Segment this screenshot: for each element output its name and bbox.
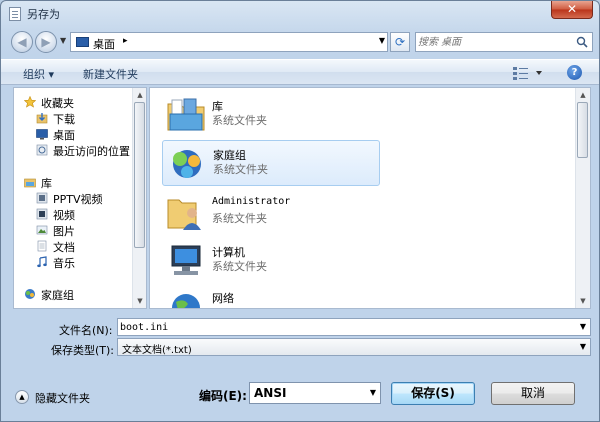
desktop-icon — [76, 37, 89, 47]
desktop-icon — [36, 129, 48, 140]
filename-label: 文件名(N): — [59, 324, 113, 337]
nav-desktop[interactable]: 桌面 — [36, 126, 146, 142]
homegroup-icon — [25, 289, 35, 299]
file-scrollbar[interactable]: ▲ ▼ — [575, 88, 590, 308]
nav-pictures[interactable]: 图片 — [36, 222, 146, 238]
nav-favorites-label: 收藏夹 — [41, 97, 74, 110]
scroll-thumb[interactable] — [134, 102, 145, 248]
file-name: Administrator — [212, 196, 291, 207]
nav-favorites[interactable]: 收藏夹 — [24, 94, 142, 110]
nav-documents[interactable]: 文档 — [36, 238, 146, 254]
chevron-down-icon[interactable]: ▼ — [580, 342, 586, 351]
scroll-down-icon[interactable]: ▼ — [133, 294, 146, 308]
back-button[interactable]: ◀ — [11, 31, 33, 53]
nav-libraries-label: 库 — [41, 177, 52, 190]
music-icon — [37, 256, 47, 268]
picture-icon — [36, 225, 48, 235]
nav-downloads-label: 下载 — [53, 113, 75, 126]
nav-videos-label: 视频 — [53, 209, 75, 222]
address-location[interactable]: 桌面 — [93, 36, 115, 52]
command-bar: 组织 ▾ 新建文件夹 ? — [1, 59, 599, 85]
library-icon — [24, 178, 36, 188]
new-folder-button[interactable]: 新建文件夹 — [83, 66, 138, 82]
window-title: 另存为 — [27, 8, 60, 21]
file-item-computer[interactable]: 计算机 系统文件夹 — [162, 238, 380, 284]
organize-button[interactable]: 组织 ▾ — [23, 66, 54, 82]
search-box[interactable] — [415, 32, 593, 52]
nav-desktop-label: 桌面 — [53, 129, 75, 142]
scroll-up-icon[interactable]: ▲ — [133, 88, 146, 102]
title-bar: 另存为 ✕ — [1, 1, 599, 27]
star-icon — [24, 96, 36, 108]
address-bar[interactable]: 桌面 ▸ ▼ — [70, 32, 388, 52]
chevron-down-icon[interactable]: ▼ — [580, 322, 586, 331]
file-type: 系统文件夹 — [212, 212, 267, 225]
encoding-label: 编码(E): — [199, 389, 247, 403]
library-folder-icon — [167, 98, 205, 131]
file-type: 系统文件夹 — [212, 260, 267, 273]
nav-homegroup[interactable]: 家庭组 — [24, 286, 142, 302]
file-item-libraries[interactable]: 库 系统文件夹 — [162, 92, 380, 138]
file-item-network[interactable]: 网络 — [162, 284, 380, 308]
filetype-label: 保存类型(T): — [51, 344, 115, 357]
history-dropdown-icon[interactable]: ▼ — [60, 36, 66, 45]
homegroup-icon — [173, 150, 201, 178]
save-button[interactable]: 保存(S) — [391, 382, 475, 405]
search-icon[interactable] — [576, 36, 588, 48]
nav-downloads[interactable]: 下载 — [36, 110, 146, 126]
filetype-select[interactable]: 文本文档(*.txt) ▼ — [117, 338, 591, 356]
nav-pptv[interactable]: PPTV视频 — [36, 190, 146, 206]
nav-pictures-label: 图片 — [53, 225, 75, 238]
view-options-icon[interactable] — [511, 65, 543, 81]
scroll-down-icon[interactable]: ▼ — [576, 294, 590, 308]
nav-recent-label: 最近访问的位置 — [53, 145, 130, 158]
file-list: 库 系统文件夹 家庭组 系统文件夹 Administrator 系统文件夹 计算… — [149, 87, 591, 309]
file-type: 系统文件夹 — [213, 163, 268, 176]
file-item-homegroup[interactable]: 家庭组 系统文件夹 — [162, 140, 380, 186]
video-library-icon — [36, 192, 48, 204]
nav-libraries[interactable]: 库 — [24, 174, 142, 190]
document-icon — [9, 7, 21, 21]
refresh-button[interactable]: ⟳ — [390, 32, 410, 52]
user-folder-icon — [167, 199, 201, 230]
nav-homegroup-label: 家庭组 — [41, 289, 74, 302]
recent-places-icon — [36, 144, 48, 156]
forward-button[interactable]: ▶ — [35, 31, 57, 53]
computer-icon — [171, 245, 201, 275]
help-button[interactable]: ? — [567, 65, 582, 80]
file-type: 系统文件夹 — [212, 114, 267, 127]
address-dropdown-icon[interactable]: ▼ — [379, 36, 385, 45]
chevron-down-icon[interactable]: ▼ — [370, 388, 376, 397]
nav-music-label: 音乐 — [53, 257, 75, 270]
nav-recent[interactable]: 最近访问的位置 — [36, 142, 146, 158]
chevron-up-icon[interactable]: ▲ — [15, 390, 29, 404]
filename-combobox[interactable]: ▼ — [117, 318, 591, 336]
navigation-pane: 收藏夹 下载 桌面 最近访问的位置 库 PPTV视频 视频 图片 文档 音乐 家… — [13, 87, 147, 309]
document-icon — [37, 240, 47, 252]
save-as-dialog: 另存为 ✕ ◀ ▶ ▼ 桌面 ▸ ▼ ⟳ 组织 ▾ 新建文件夹 — [0, 0, 600, 422]
encoding-value[interactable]: ANSI — [254, 386, 286, 400]
video-icon — [36, 208, 48, 220]
nav-documents-label: 文档 — [53, 241, 75, 254]
filename-input[interactable] — [120, 320, 560, 334]
close-button[interactable]: ✕ — [551, 1, 593, 19]
scroll-thumb[interactable] — [577, 102, 588, 158]
cancel-button[interactable]: 取消 — [491, 382, 575, 405]
nav-pptv-label: PPTV视频 — [53, 193, 103, 206]
encoding-select[interactable]: ANSI ▼ — [249, 382, 381, 404]
scroll-up-icon[interactable]: ▲ — [576, 88, 590, 102]
nav-videos[interactable]: 视频 — [36, 206, 146, 222]
download-folder-icon — [36, 113, 48, 124]
file-item-administrator[interactable]: Administrator 系统文件夹 — [162, 190, 380, 236]
search-input[interactable] — [418, 34, 568, 50]
address-row: ◀ ▶ ▼ 桌面 ▸ ▼ ⟳ — [1, 29, 599, 55]
nav-scrollbar[interactable]: ▲ ▼ — [132, 88, 146, 308]
chevron-right-icon[interactable]: ▸ — [123, 36, 128, 46]
file-name: 网络 — [212, 292, 234, 305]
filetype-value[interactable]: 文本文档(*.txt) — [122, 341, 192, 356]
nav-music[interactable]: 音乐 — [36, 254, 146, 270]
network-icon — [172, 294, 200, 308]
hide-folders-label[interactable]: 隐藏文件夹 — [35, 390, 90, 406]
